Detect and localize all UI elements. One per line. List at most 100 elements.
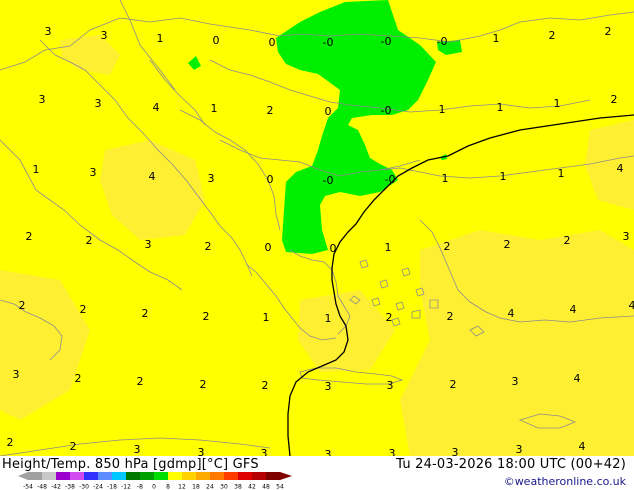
value-label: 1 xyxy=(263,311,270,324)
value-label: 0 xyxy=(330,242,337,255)
colorbar-cell xyxy=(70,472,85,480)
colorbar-tick-label: -24 xyxy=(93,484,103,490)
value-label: 2 xyxy=(444,240,451,253)
value-label: 4 xyxy=(570,303,577,316)
value-label: 1 xyxy=(442,172,449,185)
value-label: -0 xyxy=(437,35,448,48)
value-label: 0 xyxy=(265,241,272,254)
value-label: 2 xyxy=(267,104,274,117)
value-label: 2 xyxy=(86,234,93,247)
colorbar-tick-label: -54 xyxy=(23,484,33,490)
value-label: -0 xyxy=(323,36,334,49)
value-label: 2 xyxy=(447,310,454,323)
value-label: 3 xyxy=(452,446,459,456)
value-label: 2 xyxy=(142,307,149,320)
value-label: 2 xyxy=(203,310,210,323)
weather-map: 3 3 1 0 0 -0 -0 -0 1 2 2 3 3 4 1 2 0 -0 1 1 1 2 1 3 4 3 0 -0 -0 1 1 1 4 2… xyxy=(0,0,634,456)
colorbar-cell xyxy=(28,472,43,480)
colorbar-tick-label: 48 xyxy=(262,484,270,490)
value-label: 3 xyxy=(208,172,215,185)
map-title: Height/Temp. 850 hPa [gdmp][°C] GFS xyxy=(2,457,259,472)
value-label: 3 xyxy=(512,375,519,388)
colorbar-cell xyxy=(168,472,183,480)
value-label: 0 xyxy=(213,34,220,47)
colorbar-tick-label: -38 xyxy=(65,484,75,490)
colorbar-tick-label: -30 xyxy=(79,484,89,490)
value-label: 3 xyxy=(198,446,205,456)
value-label: -0 xyxy=(381,35,392,48)
colorbar-tick-label: -8 xyxy=(137,484,143,490)
colorbar-cell xyxy=(154,472,169,480)
colorbar-cells xyxy=(18,472,292,480)
colorbar-tick-label: 24 xyxy=(206,484,214,490)
value-label: 4 xyxy=(574,372,581,385)
value-label: 2 xyxy=(262,379,269,392)
colorbar-tick-label: 12 xyxy=(178,484,186,490)
value-label: 3 xyxy=(389,447,396,456)
value-label: 2 xyxy=(605,25,612,38)
value-label: 0 xyxy=(325,105,332,118)
value-label: 4 xyxy=(508,307,515,320)
value-label: 3 xyxy=(45,25,52,38)
colorbar-tick-label: -18 xyxy=(107,484,117,490)
colorbar-tick-label: 38 xyxy=(234,484,242,490)
colorbar-tick-label: 30 xyxy=(220,484,228,490)
value-label: 1 xyxy=(558,167,565,180)
temperature-colorbar: -54 -48 -42 -38 -30 -24 -18 -12 -8 0 8 12 18 24 30 38 42… xyxy=(18,472,292,490)
colorbar-arrow-right xyxy=(280,472,292,480)
value-label: 2 xyxy=(611,93,618,106)
value-label: 4 xyxy=(153,101,160,114)
value-label: 0 xyxy=(267,173,274,186)
value-label: 2 xyxy=(386,311,393,324)
value-label: 2 xyxy=(205,240,212,253)
value-label: 3 xyxy=(261,447,268,456)
value-label: 4 xyxy=(149,170,156,183)
value-label: 4 xyxy=(629,299,634,312)
credit-link[interactable]: ©weatheronline.co.uk xyxy=(504,475,626,488)
value-label: -0 xyxy=(323,174,334,187)
value-label: 1 xyxy=(211,102,218,115)
value-label: 3 xyxy=(325,448,332,456)
map-footer: Height/Temp. 850 hPa [gdmp][°C] GFS Tu 2… xyxy=(0,456,634,490)
value-label: 1 xyxy=(385,241,392,254)
value-label: 1 xyxy=(493,32,500,45)
colorbar-cell xyxy=(84,472,99,480)
warm-patch-southeast xyxy=(400,230,634,456)
colorbar-cell xyxy=(140,472,155,480)
value-label: 2 xyxy=(19,299,26,312)
colorbar-cell xyxy=(126,472,141,480)
colorbar-cell xyxy=(238,472,253,480)
colorbar-tick-label: 18 xyxy=(192,484,200,490)
value-label: -0 xyxy=(381,104,392,117)
value-label: 2 xyxy=(80,303,87,316)
value-label: 1 xyxy=(33,163,40,176)
value-label: 3 xyxy=(95,97,102,110)
value-label: 1 xyxy=(497,101,504,114)
colorbar-cell xyxy=(224,472,239,480)
value-label: 4 xyxy=(579,440,586,453)
valid-datetime: Tu 24-03-2026 18:00 UTC (00+42) xyxy=(396,457,626,472)
colorbar-tick-label: 54 xyxy=(276,484,284,490)
colorbar-tick-label: 0 xyxy=(152,484,156,490)
value-label: 3 xyxy=(516,443,523,456)
colorbar-tick-label: 8 xyxy=(166,484,170,490)
value-label: 3 xyxy=(90,166,97,179)
value-label: 3 xyxy=(13,368,20,381)
value-label: 2 xyxy=(137,375,144,388)
colorbar-tick-label: -42 xyxy=(51,484,61,490)
value-label: 2 xyxy=(564,234,571,247)
value-label: 3 xyxy=(39,93,46,106)
value-label: 2 xyxy=(75,372,82,385)
colorbar-cell xyxy=(210,472,225,480)
value-label: 2 xyxy=(549,29,556,42)
value-label: 3 xyxy=(145,238,152,251)
colorbar-cell xyxy=(182,472,197,480)
colorbar-tick-label: -48 xyxy=(37,484,47,490)
value-label: 2 xyxy=(26,230,33,243)
colorbar-arrow-left xyxy=(18,472,28,480)
colorbar-cell xyxy=(252,472,267,480)
value-label: 3 xyxy=(134,443,141,456)
colorbar-cell xyxy=(196,472,211,480)
colorbar-tick-label: 42 xyxy=(248,484,256,490)
value-label: 2 xyxy=(504,238,511,251)
